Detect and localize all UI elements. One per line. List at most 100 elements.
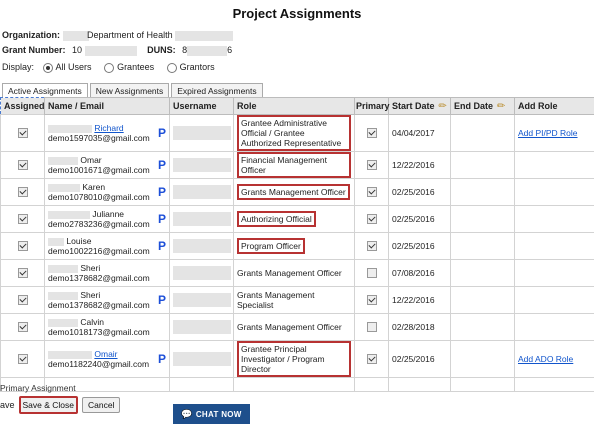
end-date-cell[interactable]: [450, 114, 515, 152]
radio-label-all-users: All Users: [55, 62, 92, 72]
username-cell: [169, 205, 234, 233]
header-start-date[interactable]: Start Date ✏: [388, 97, 451, 115]
assigned-checkbox[interactable]: [17, 187, 28, 198]
user-name: Sheri: [80, 290, 101, 300]
assigned-checkbox[interactable]: [17, 322, 28, 333]
primary-checkbox[interactable]: [366, 128, 377, 139]
name-line: Calvin: [48, 317, 150, 327]
redacted-text: [48, 156, 78, 165]
add-role-cell: [514, 313, 594, 341]
header-name-email[interactable]: Name / Email: [44, 97, 170, 115]
start-date-cell[interactable]: 02/25/2016: [388, 340, 451, 378]
redacted-username: [173, 126, 231, 140]
assigned-checkbox[interactable]: [17, 241, 28, 252]
grant-value-prefix: 10: [72, 45, 83, 55]
start-date-cell[interactable]: 12/22/2016: [388, 286, 451, 314]
user-email: demo1597035@gmail.com: [48, 133, 150, 143]
role-cell: Grants Management Specialist: [233, 286, 355, 314]
start-date-cell[interactable]: 02/25/2016: [388, 178, 451, 206]
assigned-checkbox[interactable]: [17, 268, 28, 279]
role-text: Financial Management Officer: [237, 152, 351, 178]
end-date-cell[interactable]: [450, 151, 515, 179]
header-end-date[interactable]: End Date ✏: [450, 97, 515, 115]
assigned-cell: [0, 178, 45, 206]
primary-checkbox[interactable]: [366, 187, 377, 198]
radio-grantees[interactable]: [104, 62, 115, 73]
header-role[interactable]: Role: [233, 97, 355, 115]
role-text: Grants Management Specialist: [237, 290, 315, 310]
start-date-cell[interactable]: 02/25/2016: [388, 205, 451, 233]
name-email-cell: Sheri demo1378682@gmail.com: [44, 259, 170, 287]
primary-cell: [354, 259, 389, 287]
chat-bubble-icon: 💬: [181, 408, 193, 419]
assigned-cell: [0, 286, 45, 314]
start-date-cell[interactable]: 04/04/2017: [388, 114, 451, 152]
add-role-link[interactable]: Add PI/PD Role: [518, 128, 578, 138]
end-date-cell[interactable]: [450, 286, 515, 314]
user-name-link[interactable]: Omair: [94, 349, 117, 359]
primary-cell: [354, 205, 389, 233]
start-date-cell[interactable]: 02/28/2018: [388, 313, 451, 341]
user-email: demo1182240@gmail.com: [48, 359, 150, 369]
assigned-checkbox[interactable]: [17, 354, 28, 365]
end-date-cell[interactable]: [450, 178, 515, 206]
name-line: Richard: [48, 123, 150, 133]
start-date-cell[interactable]: 02/25/2016: [388, 232, 451, 260]
add-role-link[interactable]: Add ADO Role: [518, 354, 573, 364]
radio-grantors[interactable]: [166, 62, 177, 73]
primary-checkbox[interactable]: [366, 295, 377, 306]
name-line: Sheri: [48, 263, 150, 273]
name-email-cell: Julianne demo2783236@gmail.com P: [44, 205, 170, 233]
name-line: Omair: [48, 349, 149, 359]
primary-checkbox[interactable]: [366, 354, 377, 365]
primary-checkbox[interactable]: [366, 322, 377, 333]
save-close-button[interactable]: Save & Close: [18, 396, 79, 414]
assigned-checkbox[interactable]: [17, 160, 28, 171]
redacted-username: [173, 266, 231, 280]
name-line: Omar: [48, 155, 150, 165]
assigned-checkbox[interactable]: [17, 214, 28, 225]
organization-row: Organization: Department of Health: [2, 30, 234, 41]
pencil-icon[interactable]: ✏: [439, 101, 447, 112]
primary-checkbox[interactable]: [366, 241, 377, 252]
assigned-checkbox[interactable]: [17, 128, 28, 139]
username-cell: [169, 232, 234, 260]
end-date-cell[interactable]: [450, 232, 515, 260]
header-add-role[interactable]: Add Role: [514, 97, 594, 115]
header-assigned[interactable]: Assigned: [0, 97, 45, 115]
username-cell: [169, 151, 234, 179]
radio-all-users[interactable]: [42, 62, 53, 73]
duns-suffix: 6: [227, 45, 233, 55]
primary-checkbox[interactable]: [366, 268, 377, 279]
end-date-cell[interactable]: [450, 313, 515, 341]
end-date-cell[interactable]: [450, 340, 515, 378]
tab-expired-assignments[interactable]: Expired Assignments: [171, 83, 263, 97]
chat-now-button[interactable]: 💬 CHAT NOW: [173, 404, 250, 424]
primary-checkbox[interactable]: [366, 214, 377, 225]
end-date-cell[interactable]: [450, 259, 515, 287]
primary-checkbox[interactable]: [366, 160, 377, 171]
start-date-cell[interactable]: 12/22/2016: [388, 151, 451, 179]
user-name-link[interactable]: Richard: [94, 123, 123, 133]
name-line: Sheri: [48, 290, 150, 300]
header-username[interactable]: Username: [169, 97, 234, 115]
grant-label: Grant Number:: [2, 45, 66, 55]
username-cell: [169, 259, 234, 287]
start-date-cell[interactable]: 07/08/2016: [388, 259, 451, 287]
assigned-checkbox[interactable]: [17, 295, 28, 306]
table-body: Richard demo1597035@gmail.com P Grantee Adm…: [0, 114, 594, 392]
cancel-button[interactable]: Cancel: [82, 397, 121, 413]
header-primary[interactable]: Primary: [354, 97, 390, 115]
primary-cell: [354, 151, 389, 179]
add-role-cell: [514, 205, 594, 233]
redacted-username: [173, 212, 231, 226]
assigned-cell: [0, 114, 45, 152]
tab-new-assignments[interactable]: New Assignments: [89, 83, 170, 97]
end-date-cell[interactable]: [450, 205, 515, 233]
save-button[interactable]: ave: [0, 400, 15, 410]
organization-value: Department of Health: [87, 30, 173, 40]
tab-active-assignments[interactable]: Active Assignments: [2, 83, 88, 97]
pencil-icon[interactable]: ✏: [497, 101, 505, 112]
name-line: Julianne: [48, 209, 150, 219]
name-line: Karen: [48, 182, 150, 192]
